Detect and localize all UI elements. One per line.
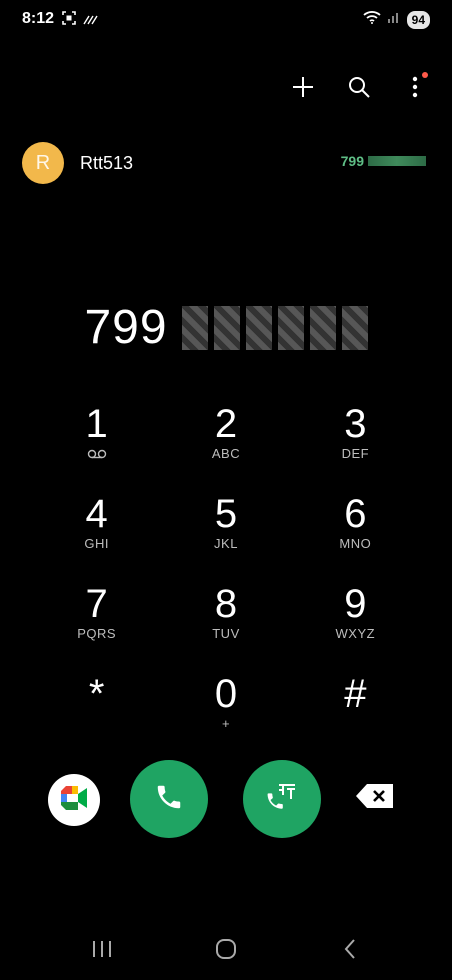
key-3[interactable]: 3 DEF	[291, 400, 420, 490]
top-toolbar	[288, 72, 430, 104]
backspace-button[interactable]	[352, 782, 398, 814]
key-7[interactable]: 7 PQRS	[32, 580, 161, 670]
key-5[interactable]: 5 JKL	[161, 490, 290, 580]
backspace-icon	[355, 783, 395, 814]
redacted-number	[368, 156, 426, 166]
dial-keypad: 1 2 ABC 3 DEF 4 GHI 5 JKL 6 MNO 7 PQRS 8…	[32, 400, 420, 760]
back-icon	[343, 938, 357, 965]
search-button[interactable]	[344, 74, 374, 104]
voice-call-button[interactable]	[130, 760, 208, 838]
recent-apps-button[interactable]	[82, 931, 122, 971]
number-match: 799	[340, 153, 364, 169]
more-vert-icon	[412, 76, 418, 103]
video-call-button[interactable]	[48, 774, 100, 826]
home-icon	[215, 938, 237, 965]
contact-name: Rtt513	[80, 152, 134, 173]
key-0[interactable]: 0 +	[161, 670, 290, 760]
redacted-digits	[181, 305, 368, 350]
add-contact-button[interactable]	[288, 74, 318, 104]
search-icon	[347, 75, 371, 104]
screenshot-icon	[62, 11, 76, 30]
meet-icon	[58, 785, 90, 816]
home-button[interactable]	[206, 931, 246, 971]
key-1[interactable]: 1	[32, 400, 161, 490]
key-star[interactable]: *	[32, 670, 161, 760]
contact-number: 799	[341, 153, 426, 169]
wifi-icon	[363, 10, 381, 29]
key-2[interactable]: 2 ABC	[161, 400, 290, 490]
phone-icon	[154, 782, 184, 817]
status-bar: 8:12 94	[0, 0, 452, 40]
no-signal-icon	[82, 12, 98, 30]
rtt-phone-icon	[265, 781, 299, 818]
key-8[interactable]: 8 TUV	[161, 580, 290, 670]
recents-icon	[91, 939, 113, 964]
notification-dot	[422, 72, 428, 78]
more-options-button[interactable]	[400, 72, 430, 104]
avatar-letter: R	[35, 151, 51, 174]
key-6[interactable]: 6 MNO	[291, 490, 420, 580]
dialed-digits: 799	[84, 301, 168, 354]
key-4[interactable]: 4 GHI	[32, 490, 161, 580]
voicemail-icon	[87, 446, 107, 464]
rtt-call-button[interactable]	[243, 760, 321, 838]
avatar: R	[22, 142, 64, 184]
key-hash[interactable]: #	[291, 670, 420, 760]
signal-icon	[387, 10, 401, 29]
key-9[interactable]: 9 WXYZ	[291, 580, 420, 670]
back-button[interactable]	[330, 931, 370, 971]
add-icon	[291, 75, 315, 104]
contact-suggestion[interactable]: R Rtt513 799	[22, 141, 430, 185]
call-actions	[0, 758, 452, 838]
system-nav-bar	[0, 922, 452, 980]
dialed-number-display: 799	[0, 300, 452, 355]
status-time: 8:12	[22, 10, 55, 27]
battery-badge: 94	[406, 10, 430, 29]
